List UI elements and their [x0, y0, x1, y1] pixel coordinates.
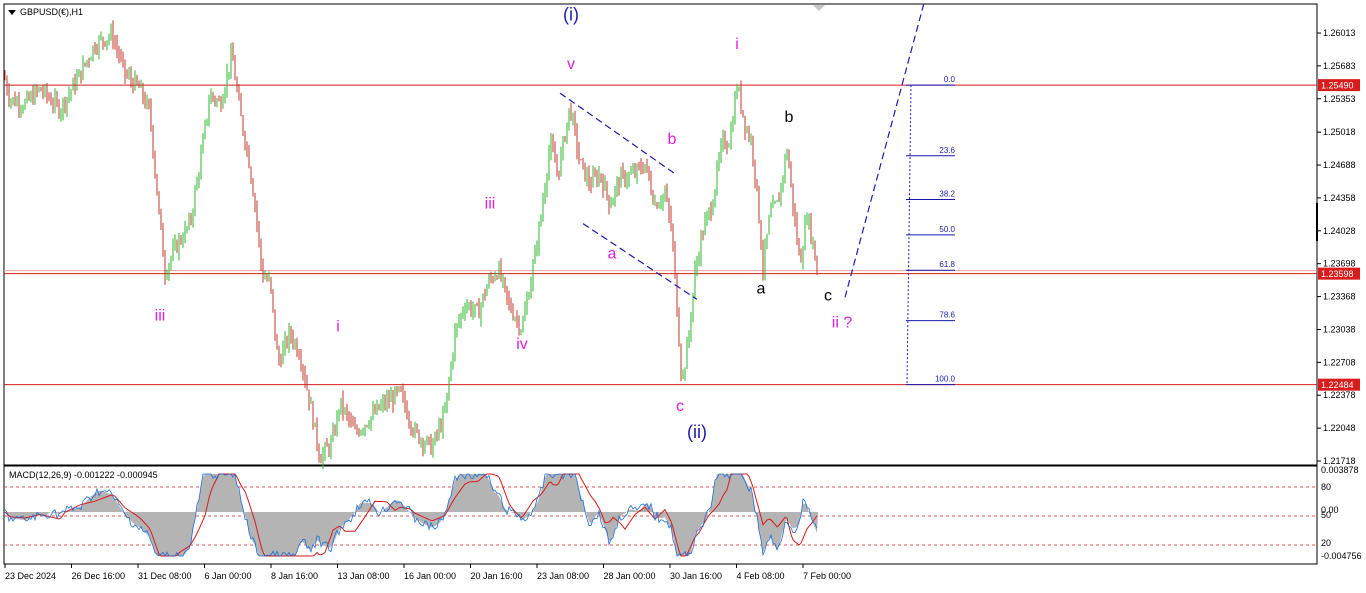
price-tick-label: 1.26013 — [1323, 28, 1356, 38]
time-tick-label: 6 Jan 00:00 — [205, 571, 252, 581]
time-tick-label: 23 Jan 08:00 — [537, 571, 589, 581]
price-tag-label: 1.22484 — [1321, 380, 1354, 390]
time-tick-label: 20 Jan 16:00 — [471, 571, 523, 581]
fib-level-label: 61.8 — [939, 260, 955, 269]
price-tick-label: 1.22048 — [1323, 423, 1356, 433]
macd-label: MACD(12,26,9) -0.001222 -0.000945 — [9, 470, 158, 480]
macd-axis-label: 20 — [1321, 538, 1331, 548]
wave-label: iii — [155, 307, 166, 324]
price-tick-label: 1.24028 — [1323, 226, 1356, 236]
macd-axis-label: 0.003878 — [1321, 465, 1359, 475]
wave-label: c — [676, 398, 684, 415]
time-tick-label: 7 Feb 00:00 — [803, 571, 851, 581]
wave-label: a — [608, 246, 617, 263]
time-tick-label: 8 Jan 16:00 — [271, 571, 318, 581]
wave-label: i — [735, 36, 739, 53]
price-tick-label: 1.23038 — [1323, 324, 1356, 334]
price-tick-label: 1.21718 — [1323, 456, 1356, 466]
macd-axis-label: -0.004756 — [1321, 551, 1362, 561]
time-tick-label: 28 Jan 00:00 — [604, 571, 656, 581]
time-tick-label: 26 Dec 16:00 — [72, 571, 126, 581]
time-tick-label: 30 Jan 16:00 — [670, 571, 722, 581]
price-tick-label: 1.24358 — [1323, 193, 1356, 203]
chart-window[interactable]: 1.25490 1.23598 1.22484 0.0 23.6 38.2 50.0 61.… — [0, 0, 1366, 588]
symbol-label: GBPUSD(€),H1 — [20, 7, 83, 17]
wave-label: iii — [485, 196, 496, 213]
price-tag-label: 1.23598 — [1321, 269, 1354, 279]
price-tick-label: 1.25353 — [1323, 94, 1356, 104]
time-tick-label: 4 Feb 08:00 — [737, 571, 785, 581]
fib-level-label: 0.0 — [944, 75, 956, 84]
time-tick-label: 13 Jan 08:00 — [338, 571, 390, 581]
fib-level-label: 100.0 — [935, 375, 956, 384]
wave-label: iv — [516, 336, 528, 353]
price-tick-label: 1.25018 — [1323, 127, 1356, 137]
time-tick-label: 16 Jan 00:00 — [404, 571, 456, 581]
price-tick-label: 1.22378 — [1323, 390, 1356, 400]
wave-label: a — [757, 280, 766, 297]
fib-level-label: 78.6 — [939, 311, 955, 320]
wave-label: c — [824, 287, 832, 304]
wave-label: (i) — [563, 4, 579, 24]
macd-axis-label: 80 — [1321, 482, 1331, 492]
chart-svg[interactable]: 1.25490 1.23598 1.22484 0.0 23.6 38.2 50.0 61.… — [0, 0, 1366, 588]
main-chart-frame — [4, 4, 1317, 465]
fib-level-label: 23.6 — [939, 146, 955, 155]
time-tick-label: 31 Dec 08:00 — [138, 571, 192, 581]
time-tick-label: 23 Dec 2024 — [5, 571, 56, 581]
price-tick-label: 1.24688 — [1323, 160, 1356, 170]
price-tick-label: 1.23368 — [1323, 292, 1356, 302]
fib-level-label: 50.0 — [939, 225, 955, 234]
price-tick-label: 1.25683 — [1323, 61, 1356, 71]
wave-label: b — [668, 131, 677, 148]
wave-label: i — [336, 318, 340, 335]
scroll-bar-handle[interactable] — [1316, 203, 1318, 241]
wave-label: ii ? — [832, 314, 853, 331]
fib-level-label: 38.2 — [939, 190, 955, 199]
macd-axis-label: 50 — [1321, 510, 1331, 520]
price-tag-label: 1.25490 — [1321, 81, 1354, 91]
wave-label: (ii) — [687, 422, 707, 442]
wave-label: b — [785, 109, 794, 126]
price-tick-label: 1.23698 — [1323, 259, 1356, 269]
price-tick-label: 1.22708 — [1323, 357, 1356, 367]
wave-label: v — [567, 56, 575, 73]
